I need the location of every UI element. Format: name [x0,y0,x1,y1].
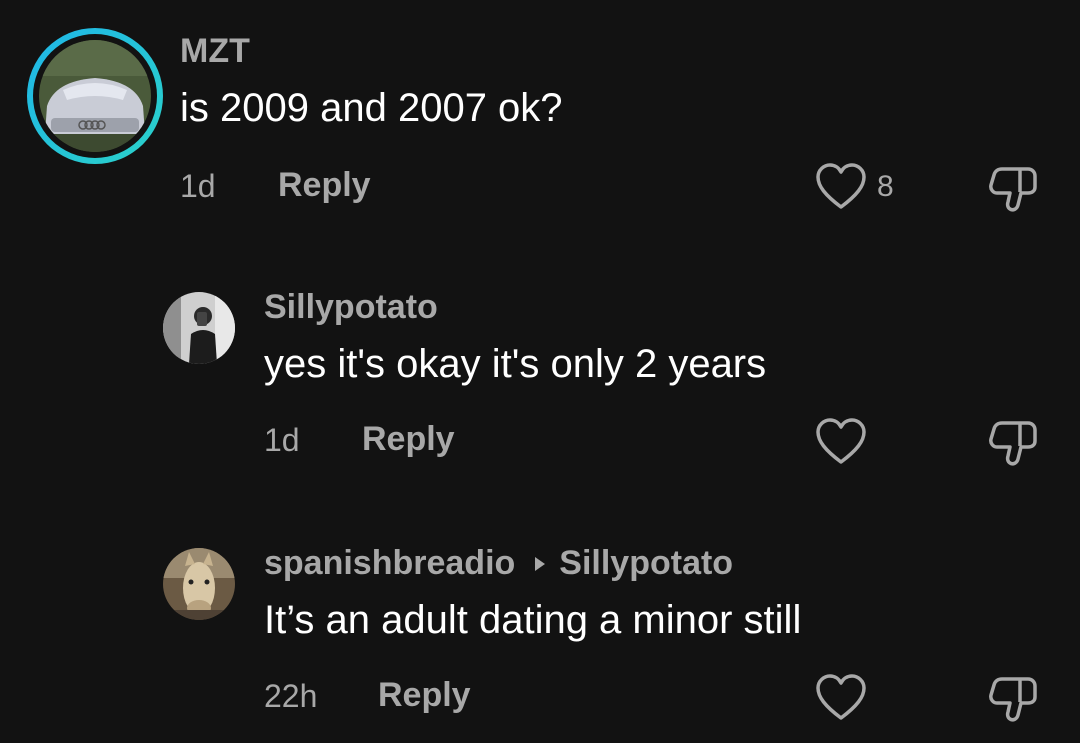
reply-button[interactable]: Reply [278,166,371,205]
avatar[interactable] [25,26,165,166]
thumbs-down-icon [989,421,1037,466]
reply-button[interactable]: Reply [378,676,471,715]
comment-username[interactable]: Sillypotato [264,288,438,327]
dislike-button[interactable] [988,419,1038,472]
car-photo-avatar-icon [27,28,163,164]
heart-icon [816,163,866,209]
like-button[interactable]: 8 [815,163,894,211]
mirror-selfie-avatar-icon [163,292,235,364]
heart-icon [816,674,866,720]
comment-text: is 2009 and 2007 ok? [180,86,563,130]
comment-text: It’s an adult dating a minor still [264,598,802,642]
username-link[interactable]: MZT [180,32,250,71]
thumbs-down-icon [989,677,1037,722]
dislike-button[interactable] [988,165,1038,218]
username-link[interactable]: spanishbreadio [264,544,515,583]
username-link[interactable]: Sillypotato [264,288,438,327]
reply-to-username-link[interactable]: Sillypotato [559,544,733,583]
horse-photo-avatar-icon [163,548,235,620]
like-button[interactable] [815,418,867,466]
thumbs-down-icon [989,167,1037,212]
comment-username: spanishbreadio Sillypotato [264,544,733,583]
comment-timestamp: 1d [180,168,216,204]
comment-timestamp: 1d [264,422,300,458]
like-count: 8 [877,170,894,203]
reply-to-arrow-icon [535,556,546,571]
comment-timestamp: 22h [264,678,318,714]
comment-username[interactable]: MZT [180,32,250,71]
avatar[interactable] [163,548,235,620]
heart-icon [816,418,866,464]
like-button[interactable] [815,674,867,722]
comment-text: yes it's okay it's only 2 years [264,342,767,386]
dislike-button[interactable] [988,675,1038,728]
reply-button[interactable]: Reply [362,420,455,459]
avatar[interactable] [163,292,235,364]
